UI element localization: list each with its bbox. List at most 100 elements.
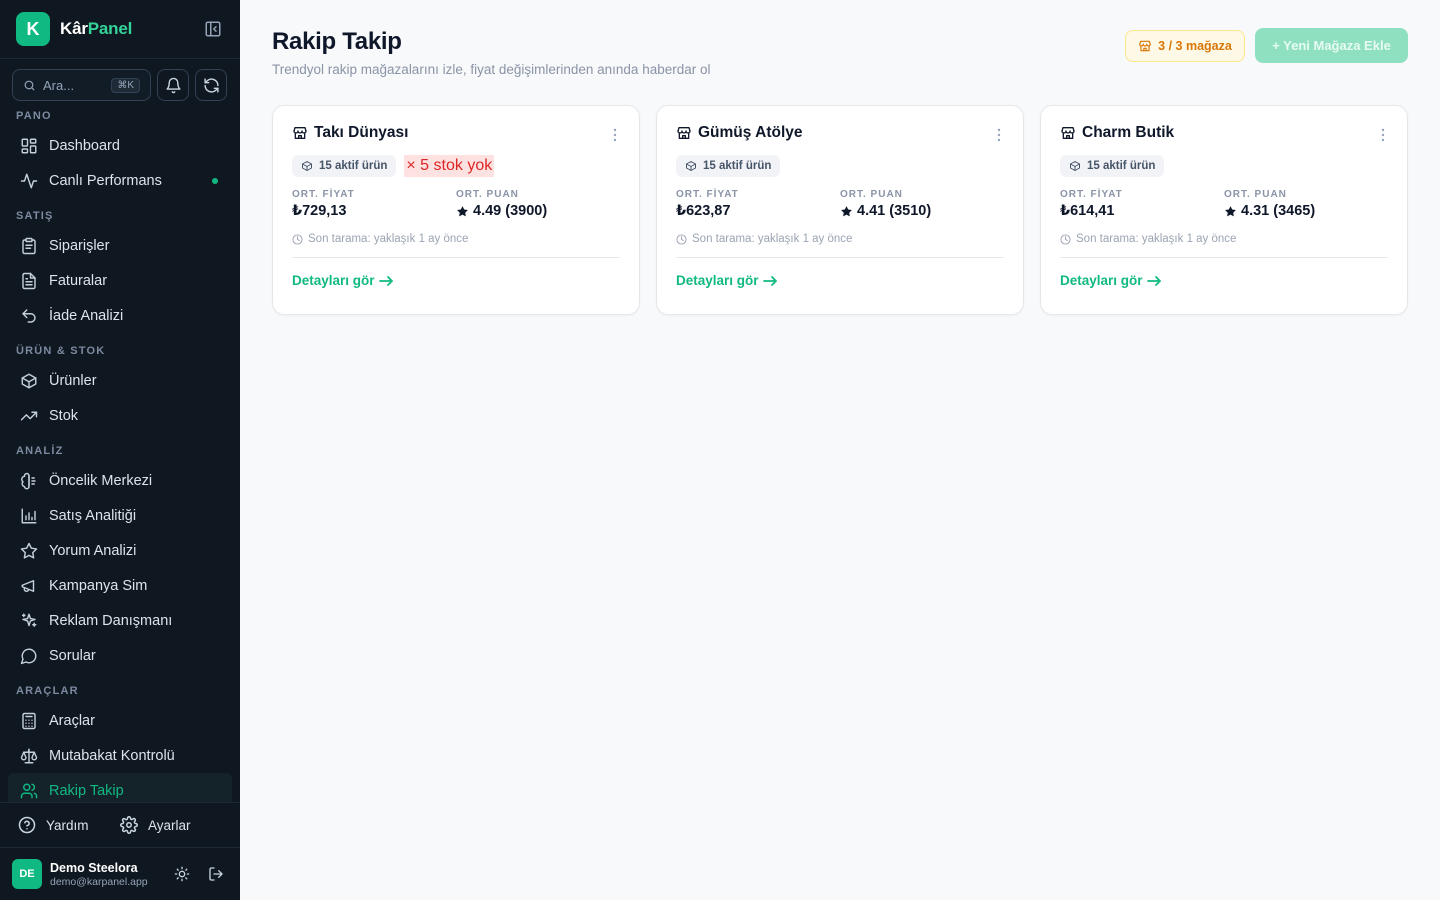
active-products-label: 15 aktif ürün bbox=[703, 160, 772, 172]
store-card: Charm Butik 15 aktif ürün ORT. FİYAT ₺614,4… bbox=[1040, 105, 1408, 315]
sidebar-item[interactable]: Mutabakat Kontrolü bbox=[0, 738, 240, 773]
avg-price-stat: ORT. FİYAT ₺729,13 bbox=[292, 189, 456, 219]
active-products-label: 15 aktif ürün bbox=[319, 160, 388, 172]
avg-rating-row: 4.31 (3465) bbox=[1224, 203, 1388, 219]
scale-icon bbox=[20, 747, 38, 765]
sidebar-item[interactable]: Reklam Danışmanı bbox=[0, 603, 240, 638]
clipboard-icon bbox=[20, 237, 38, 255]
brand-logo[interactable]: K bbox=[16, 12, 50, 46]
details-label: Detayları gör bbox=[1060, 273, 1143, 288]
sidebar-item[interactable]: Satış Analitiği bbox=[0, 498, 240, 533]
avg-price-value: ₺623,87 bbox=[676, 203, 731, 219]
sidebar-item-label: Mutabakat Kontrolü bbox=[49, 747, 175, 764]
sidebar-item-label: Reklam Danışmanı bbox=[49, 612, 173, 629]
details-link[interactable]: Detayları gör bbox=[676, 273, 1004, 288]
sidebar-item[interactable]: Yorum Analizi bbox=[0, 533, 240, 568]
search-icon bbox=[24, 80, 35, 90]
sidebar-item-label: Canlı Performans bbox=[49, 172, 162, 189]
settings-label: Ayarlar bbox=[148, 817, 191, 833]
more-vertical-icon[interactable] bbox=[613, 128, 617, 147]
avg-rating-row: 4.49 (3900) bbox=[456, 203, 620, 219]
details-link[interactable]: Detayları gör bbox=[292, 273, 620, 288]
calculator-icon bbox=[20, 712, 38, 730]
card-badges: 15 aktif ürün bbox=[676, 155, 1004, 177]
avg-price-stat: ORT. FİYAT ₺614,41 bbox=[1060, 189, 1224, 219]
clock-icon bbox=[292, 233, 303, 245]
avg-rating-stat: ORT. PUAN 4.41 (3510) bbox=[840, 189, 1004, 219]
sidebar-item-label: Ürünler bbox=[49, 372, 97, 389]
avg-price-label: ORT. FİYAT bbox=[676, 189, 739, 200]
refresh-button[interactable] bbox=[195, 69, 227, 101]
details-link[interactable]: Detayları gör bbox=[1060, 273, 1388, 288]
avatar[interactable]: DE bbox=[12, 859, 42, 889]
collapse-sidebar-icon[interactable] bbox=[202, 18, 224, 40]
search-input[interactable]: Ara... ⌘K bbox=[12, 69, 151, 101]
page-title: Rakip Takip bbox=[272, 28, 402, 55]
main-content: Rakip Takip Trendyol rakip mağazalarını … bbox=[240, 0, 1440, 900]
megaphone-icon bbox=[20, 577, 38, 595]
sidebar-item[interactable]: Kampanya Sim bbox=[0, 568, 240, 603]
section-label: ÜRÜN & STOK bbox=[16, 345, 106, 357]
user-info: Demo Steelora demo@karpanel.app bbox=[50, 861, 174, 888]
store-card: Takı Dünyası 15 aktif ürün × 5 stok yok ORT… bbox=[272, 105, 640, 315]
active-products-badge: 15 aktif ürün bbox=[292, 155, 397, 177]
out-of-stock-badge: × 5 stok yok bbox=[404, 155, 495, 177]
sidebar-item[interactable]: Faturalar bbox=[0, 263, 240, 298]
sidebar-item[interactable]: Canlı Performans bbox=[0, 163, 240, 198]
sidebar-item[interactable]: Öncelik Merkezi bbox=[0, 463, 240, 498]
sidebar-item[interactable]: Stok bbox=[0, 398, 240, 433]
message-circle-icon bbox=[20, 647, 38, 665]
notifications-button[interactable] bbox=[157, 69, 189, 101]
sidebar-item[interactable]: Ürünler bbox=[0, 363, 240, 398]
store-icon bbox=[676, 125, 692, 141]
footer-links: Yardım Ayarlar bbox=[0, 803, 240, 848]
avg-rating-value: 4.31 (3465) bbox=[1241, 203, 1316, 219]
logout-icon[interactable] bbox=[208, 866, 224, 882]
last-scan-label: Son tarama: yaklaşık 1 ay önce bbox=[1076, 233, 1237, 245]
package-icon bbox=[1069, 160, 1081, 172]
section-label: ARAÇLAR bbox=[16, 685, 79, 697]
brand-name: KârPanel bbox=[60, 19, 132, 39]
search-placeholder: Ara... bbox=[43, 77, 75, 93]
sidebar-item-label: Öncelik Merkezi bbox=[49, 472, 153, 489]
divider bbox=[676, 257, 1004, 258]
sidebar-item[interactable]: Araçlar bbox=[0, 703, 240, 738]
avg-rating-value: 4.49 (3900) bbox=[473, 203, 548, 219]
users-icon bbox=[20, 782, 38, 800]
add-store-button[interactable]: + Yeni Mağaza Ekle bbox=[1255, 28, 1408, 63]
sidebar-item[interactable]: İade Analizi bbox=[0, 298, 240, 333]
brain-icon bbox=[20, 472, 38, 490]
sidebar-item-label: İade Analizi bbox=[49, 307, 124, 324]
help-label: Yardım bbox=[46, 817, 89, 833]
sidebar-item-label: Faturalar bbox=[49, 272, 108, 289]
store-card: Gümüş Atölye 15 aktif ürün ORT. FİYAT ₺623,… bbox=[656, 105, 1024, 315]
settings-link[interactable]: Ayarlar bbox=[120, 816, 222, 834]
sidebar-tools: Ara... ⌘K bbox=[0, 59, 240, 101]
trending-up-icon bbox=[20, 407, 38, 425]
brand-name-part2: Panel bbox=[87, 19, 133, 38]
user-email: demo@karpanel.app bbox=[50, 875, 148, 888]
help-link[interactable]: Yardım bbox=[18, 816, 120, 834]
store-count-badge: 3 / 3 mağaza bbox=[1125, 30, 1245, 62]
sparkles-icon bbox=[20, 612, 38, 630]
star-icon bbox=[456, 205, 469, 218]
avg-rating-stat: ORT. PUAN 4.49 (3900) bbox=[456, 189, 620, 219]
sidebar-item[interactable]: Siparişler bbox=[0, 228, 240, 263]
card-stats: ORT. FİYAT ₺623,87 ORT. PUAN 4.41 (3510) bbox=[676, 189, 1004, 219]
section-label: PANO bbox=[16, 110, 52, 122]
sidebar-item[interactable]: Sorular bbox=[0, 638, 240, 673]
card-header: Takı Dünyası bbox=[292, 124, 620, 142]
help-circle-icon bbox=[18, 816, 36, 834]
store-icon bbox=[292, 125, 308, 141]
sun-icon[interactable] bbox=[174, 866, 190, 882]
sidebar-item[interactable]: Dashboard bbox=[0, 128, 240, 163]
last-scan-label: Son tarama: yaklaşık 1 ay önce bbox=[692, 233, 853, 245]
store-name: Gümüş Atölye bbox=[698, 124, 803, 141]
more-vertical-icon[interactable] bbox=[997, 128, 1001, 147]
store-name: Charm Butik bbox=[1082, 124, 1175, 141]
last-scan: Son tarama: yaklaşık 1 ay önce bbox=[1060, 233, 1388, 245]
refresh-icon bbox=[203, 77, 219, 93]
more-vertical-icon[interactable] bbox=[1381, 128, 1385, 147]
page-subtitle: Trendyol rakip mağazalarını izle, fiyat … bbox=[272, 62, 711, 77]
store-icon bbox=[1060, 125, 1076, 141]
